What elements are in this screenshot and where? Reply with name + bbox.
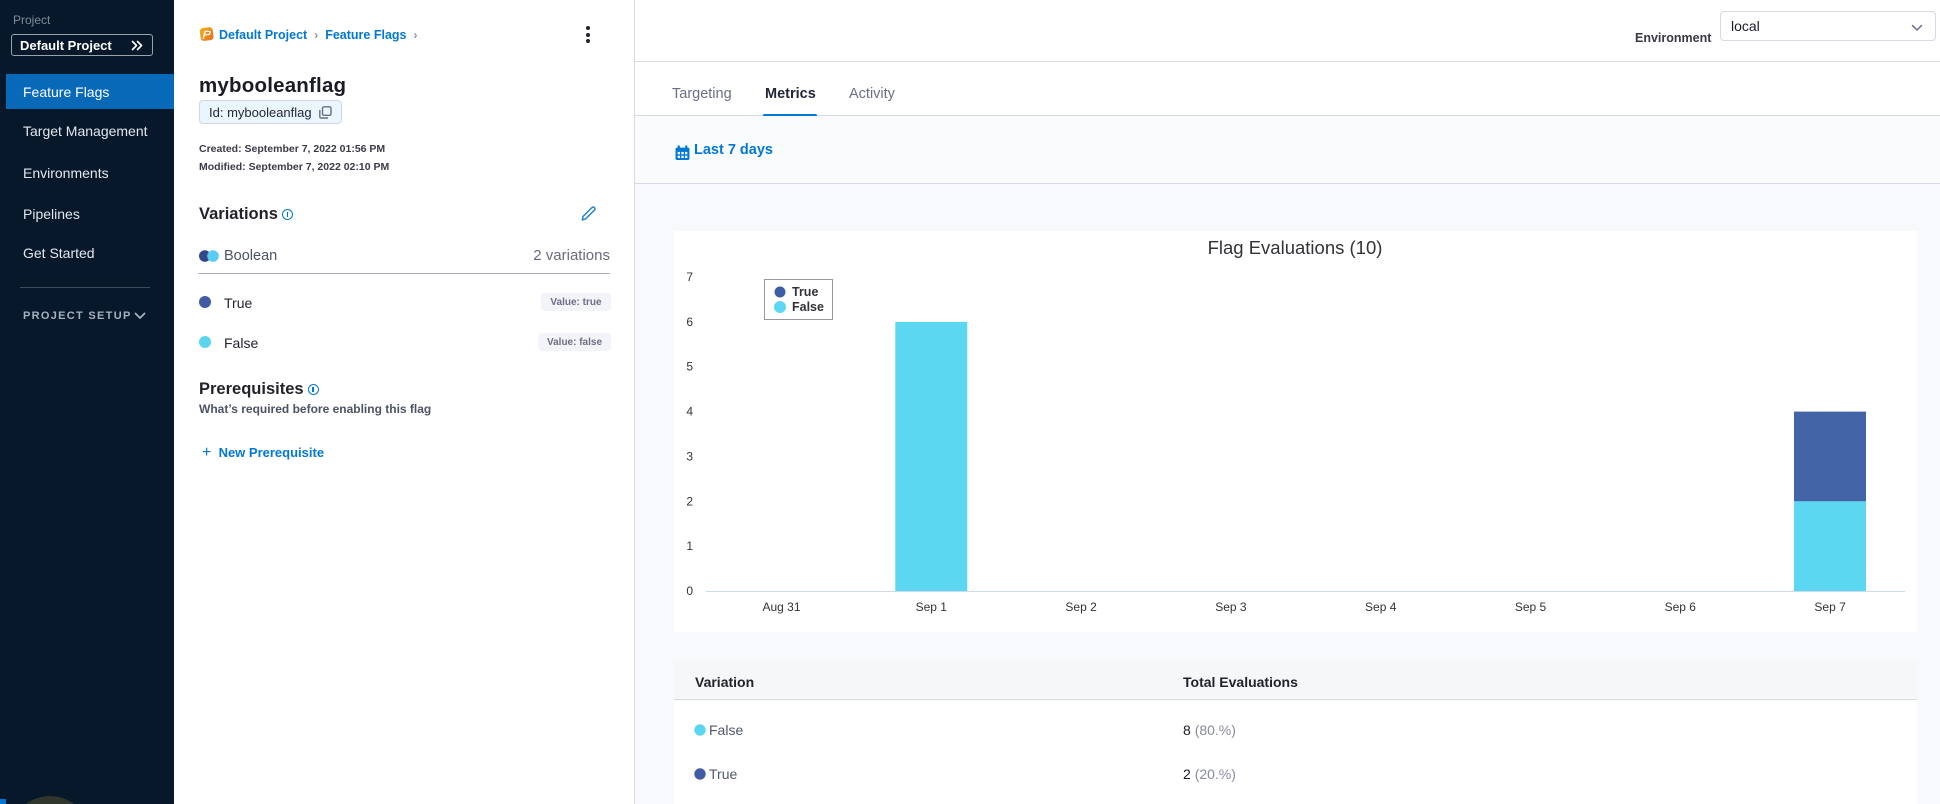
svg-text:6: 6	[686, 315, 693, 329]
svg-text:Sep 3: Sep 3	[1215, 600, 1247, 614]
svg-text:0: 0	[686, 584, 693, 598]
svg-text:Sep 5: Sep 5	[1515, 600, 1547, 614]
svg-text:Sep 7: Sep 7	[1814, 600, 1846, 614]
svg-text:3: 3	[686, 449, 693, 463]
svg-text:Flag Evaluations (10): Flag Evaluations (10)	[1208, 237, 1383, 258]
svg-text:4: 4	[686, 405, 693, 419]
svg-text:1: 1	[686, 539, 693, 553]
svg-text:2: 2	[686, 494, 693, 508]
svg-text:True: True	[792, 285, 818, 299]
svg-text:Sep 4: Sep 4	[1365, 600, 1397, 614]
svg-text:5: 5	[686, 360, 693, 374]
svg-text:Aug 31: Aug 31	[762, 600, 800, 614]
svg-text:False: False	[792, 300, 824, 314]
svg-text:Sep 2: Sep 2	[1065, 600, 1097, 614]
svg-text:7: 7	[686, 270, 693, 284]
svg-text:Sep 1: Sep 1	[916, 600, 948, 614]
svg-text:Sep 6: Sep 6	[1665, 600, 1697, 614]
